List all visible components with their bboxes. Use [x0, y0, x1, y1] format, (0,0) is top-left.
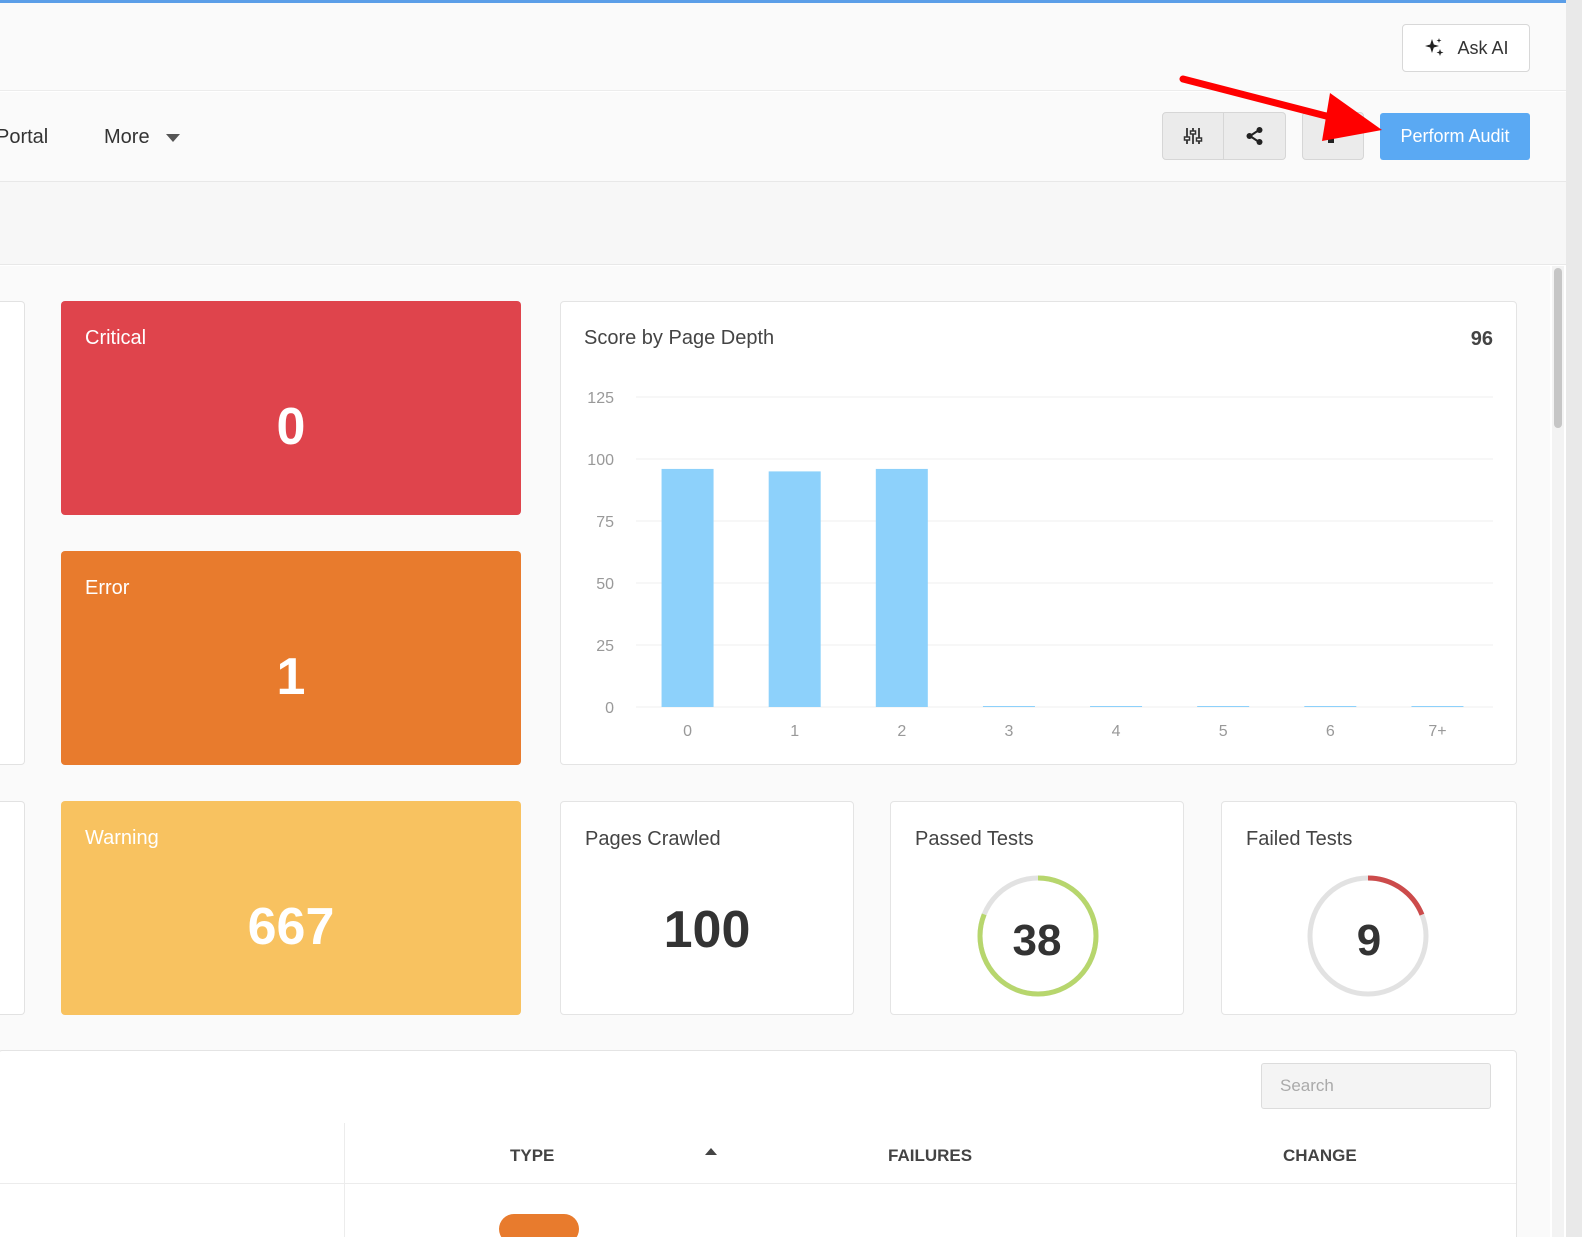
search-input[interactable]: [1261, 1063, 1491, 1109]
critical-label: Critical: [85, 327, 147, 349]
bar-depth-5[interactable]: [1197, 706, 1250, 707]
nav-bar: Portal More Perform Audit: [0, 92, 1566, 182]
passed-tests-gauge: [977, 875, 1099, 997]
y-tick-label: 0: [605, 700, 614, 717]
nav-item-portal[interactable]: Portal: [0, 126, 48, 149]
toolbar-button-group: [1162, 112, 1286, 160]
download-icon: [1328, 137, 1334, 143]
share-button[interactable]: [1224, 112, 1286, 160]
score-bar-chart: 0 25 50 75 100 125 0 1 2 3 4 5 6 7+: [587, 390, 1493, 740]
x-tick-label: 6: [1326, 723, 1335, 740]
type-badge: [499, 1214, 579, 1237]
bar-depth-7+[interactable]: [1411, 706, 1464, 707]
error-label: Error: [85, 577, 130, 599]
pages-crawled-card[interactable]: Pages Crawled 100: [560, 801, 854, 1015]
share-icon: [1246, 127, 1262, 145]
nav-more-label: More: [104, 126, 150, 148]
sparkle-icon: [1425, 38, 1444, 56]
pages-crawled-count: 100: [663, 901, 751, 959]
x-tick-label: 2: [897, 723, 906, 740]
failed-tests-gauge: [1307, 875, 1429, 997]
bar-depth-3[interactable]: [982, 706, 1035, 707]
passed-tests-card[interactable]: Passed Tests 38: [890, 801, 1184, 1015]
x-tick-label: 1: [790, 723, 799, 740]
warning-card[interactable]: Warning 667: [61, 801, 521, 1015]
x-tick-label: 7+: [1428, 723, 1446, 740]
pages-crawled-label: Pages Crawled: [585, 828, 721, 850]
audit-dashboard: Ask AI Portal More Perform Audit Critica…: [0, 0, 1582, 1237]
warning-count: 667: [247, 898, 335, 956]
left-panel-edge: [0, 301, 25, 765]
perform-audit-button[interactable]: Perform Audit: [1380, 113, 1530, 160]
left-card-edge: [0, 801, 25, 1015]
y-tick-label: 75: [596, 514, 614, 531]
bar-depth-0[interactable]: [661, 468, 714, 707]
nav-more-dropdown[interactable]: More: [104, 126, 180, 149]
export-button[interactable]: [1302, 112, 1364, 160]
error-card[interactable]: Error 1: [61, 551, 521, 765]
bar-depth-4[interactable]: [1090, 706, 1143, 707]
ask-ai-label: Ask AI: [1457, 37, 1509, 58]
ask-ai-button[interactable]: Ask AI: [1402, 24, 1530, 72]
y-tick-label: 125: [587, 390, 614, 407]
scrollbar-thumb[interactable]: [1554, 268, 1562, 428]
bar-depth-1[interactable]: [768, 471, 821, 707]
critical-count: 0: [276, 398, 306, 456]
passed-tests-count: 38: [1012, 916, 1062, 965]
x-tick-label: 0: [683, 723, 692, 740]
critical-card[interactable]: Critical 0: [61, 301, 521, 515]
failed-tests-card[interactable]: Failed Tests 9: [1221, 801, 1517, 1015]
top-bar: Ask AI: [0, 3, 1566, 91]
x-tick-label: 5: [1219, 723, 1228, 740]
header-row-divider: [0, 1183, 1516, 1184]
tests-table-card: TYPE FAILURES CHANGE: [0, 1050, 1517, 1237]
bar-depth-2[interactable]: [875, 468, 928, 707]
filter-settings-button[interactable]: [1162, 112, 1224, 160]
sub-header-bar: [0, 182, 1566, 265]
failed-tests-count: 9: [1356, 916, 1382, 965]
window-edge: [1566, 0, 1582, 1237]
score-by-depth-chart-card: Score by Page Depth 96 0 25 50 75 100 125 0 1 2 3…: [560, 301, 1517, 765]
caret-down-icon: [165, 133, 180, 142]
y-tick-label: 25: [596, 638, 614, 655]
sliders-icon: [1183, 128, 1203, 144]
y-tick-label: 100: [587, 452, 614, 469]
x-tick-label: 4: [1112, 723, 1121, 740]
y-tick-label: 50: [596, 576, 614, 593]
sort-ascending-icon[interactable]: [705, 1148, 717, 1155]
error-count: 1: [276, 648, 306, 706]
column-header-type[interactable]: TYPE: [510, 1146, 554, 1166]
x-tick-label: 3: [1004, 723, 1013, 740]
column-divider: [344, 1123, 345, 1237]
column-header-failures[interactable]: FAILURES: [888, 1146, 972, 1166]
warning-label: Warning: [85, 827, 159, 849]
column-header-change[interactable]: CHANGE: [1283, 1146, 1357, 1166]
bar-depth-6[interactable]: [1304, 706, 1357, 707]
